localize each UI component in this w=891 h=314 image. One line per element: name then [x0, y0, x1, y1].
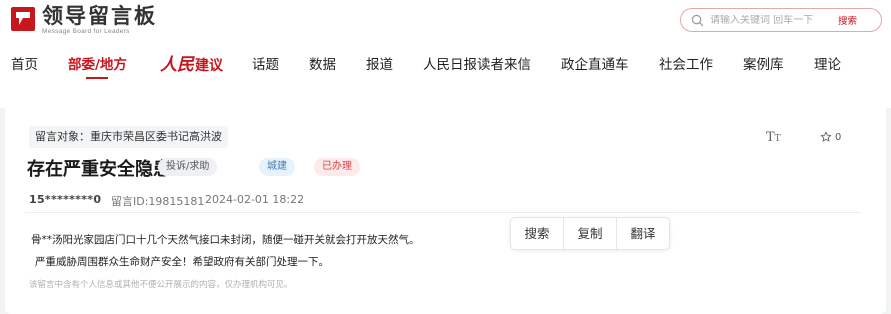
nav-item-enterprise-express[interactable]: 政企直通车	[561, 50, 629, 80]
tag-type: 投诉/求助	[158, 158, 218, 176]
nav-item-topics[interactable]: 话题	[252, 50, 279, 80]
message-user: 15********0	[29, 193, 102, 206]
site-header: 领导留言板 Message Board for Leaders 搜索 首页 部委…	[0, 0, 891, 108]
message-card: 留言对象：重庆市荣昌区委书记高洪波 TT 0 存在严重安全隐患 投诉/求助 城建…	[5, 104, 886, 314]
nav-item-reports[interactable]: 报道	[366, 50, 393, 80]
nav-item-social-work[interactable]: 社会工作	[659, 50, 713, 80]
nav-item-theory[interactable]: 理论	[814, 50, 841, 80]
status-badge: 已办理	[314, 158, 360, 176]
nav-item-people-suggestion[interactable]: 人民建议	[160, 50, 223, 80]
message-time: 2024-02-01 18:22	[205, 193, 305, 206]
message-body-line: 骨**汤阳光家园店门口十几个天然气接口未封闭，随便一碰开关就会打开放天然气。	[31, 234, 420, 246]
logo-subtitle: Message Board for Leaders	[42, 28, 130, 35]
nav-item-case-library[interactable]: 案例库	[743, 50, 784, 80]
divider	[25, 212, 861, 213]
nav-item-ministries[interactable]: 部委/地方	[68, 50, 127, 80]
star-icon	[820, 131, 832, 142]
message-title: 存在严重安全隐患	[27, 159, 171, 180]
active-nav-underline	[86, 77, 109, 79]
nav-item-home[interactable]: 首页	[11, 50, 38, 80]
search-icon	[691, 14, 704, 26]
message-id: 留言ID:19815181	[111, 195, 205, 208]
logo-title: 领导留言板	[42, 4, 157, 28]
search-input[interactable]	[710, 14, 828, 26]
toolbar-copy-button[interactable]: 复制	[564, 218, 617, 249]
nav-item-data[interactable]: 数据	[309, 50, 336, 80]
logo-mark-icon	[11, 7, 35, 31]
search-box: 搜索	[680, 8, 882, 32]
message-body-line: 严重威胁周围群众生命财产安全！希望政府有关部门处理一下。	[35, 256, 329, 268]
toolbar-search-button[interactable]: 搜索	[511, 218, 564, 249]
favorite-button[interactable]: 0	[820, 131, 841, 143]
privacy-notice: 该留言中含有个人信息或其他不便公开展示的内容，仅办理机构可见。	[29, 280, 293, 290]
search-button[interactable]: 搜索	[838, 13, 857, 27]
text-selection-toolbar: 搜索 复制 翻译	[510, 217, 670, 250]
font-size-icon[interactable]: TT	[766, 130, 781, 145]
tag-domain: 城建	[259, 158, 295, 176]
toolbar-translate-button[interactable]: 翻译	[617, 218, 669, 249]
favorite-count: 0	[835, 131, 842, 143]
nav-item-reader-letters[interactable]: 人民日报读者来信	[423, 50, 531, 80]
site-logo[interactable]: 领导留言板 Message Board for Leaders	[10, 5, 157, 35]
message-target: 留言对象：重庆市荣昌区委书记高洪波	[29, 126, 228, 148]
